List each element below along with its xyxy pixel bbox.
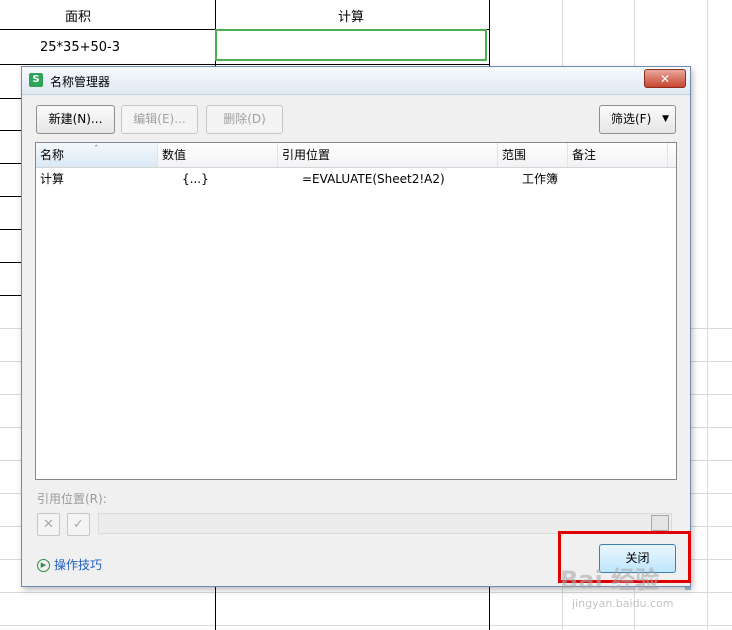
row-name: 计算 (40, 172, 65, 186)
column-header-value[interactable]: 数值 (158, 143, 278, 167)
cell-area-header[interactable]: 面积 (65, 6, 91, 25)
filter-button-label: 筛选(F) (611, 112, 652, 126)
dropdown-arrow-icon: ▼ (662, 114, 669, 124)
edit-button[interactable]: 编辑(E)... (121, 105, 198, 134)
confirm-edit-icon[interactable]: ✓ (67, 513, 90, 536)
refers-to-label: 引用位置(R): (37, 492, 107, 506)
collapse-dialog-icon[interactable] (651, 515, 669, 531)
row-border (0, 625, 732, 626)
row-border (0, 64, 490, 65)
cell-calc-header[interactable]: 计算 (338, 6, 364, 25)
list-header: 名称 ˆ 数值 引用位置 范围 备注 (36, 143, 676, 168)
cell-area-value[interactable]: 25*35+50-3 (40, 40, 120, 55)
tips-link[interactable]: ▶ 操作技巧 (37, 556, 102, 573)
dialog-titlebar[interactable]: S 名称管理器 ✕ (22, 67, 690, 95)
row-refers-to: =EVALUATE(Sheet2!A2) (302, 172, 445, 186)
column-border (707, 0, 708, 630)
play-icon: ▶ (37, 559, 50, 572)
watermark: Bai 经验 (560, 566, 660, 594)
row-scope: 工作簿 (522, 172, 559, 186)
watermark-url: jingyan.baidu.com (572, 597, 674, 610)
sort-ascending-icon: ˆ (94, 145, 99, 155)
column-header-scope[interactable]: 范围 (498, 143, 568, 167)
column-header-refers-to[interactable]: 引用位置 (278, 143, 498, 167)
column-header-comment[interactable]: 备注 (568, 143, 668, 167)
row-value: {...} (182, 172, 209, 186)
names-list[interactable]: 名称 ˆ 数值 引用位置 范围 备注 计算 {...} =EVALUATE(Sh… (35, 142, 677, 480)
close-icon[interactable]: ✕ (644, 69, 686, 88)
cancel-edit-icon[interactable]: ✕ (37, 513, 60, 536)
app-logo-icon: S (29, 73, 43, 87)
delete-button[interactable]: 删除(D) (206, 105, 283, 134)
selected-cell[interactable] (215, 29, 487, 61)
new-button[interactable]: 新建(N)... (36, 105, 115, 134)
dialog-title: 名称管理器 (50, 75, 111, 89)
filter-button[interactable]: 筛选(F) ▼ (599, 105, 676, 134)
name-manager-dialog: S 名称管理器 ✕ 新建(N)... 编辑(E)... 删除(D) 筛选(F) … (21, 66, 691, 587)
column-header-name[interactable]: 名称 ˆ (36, 143, 158, 167)
